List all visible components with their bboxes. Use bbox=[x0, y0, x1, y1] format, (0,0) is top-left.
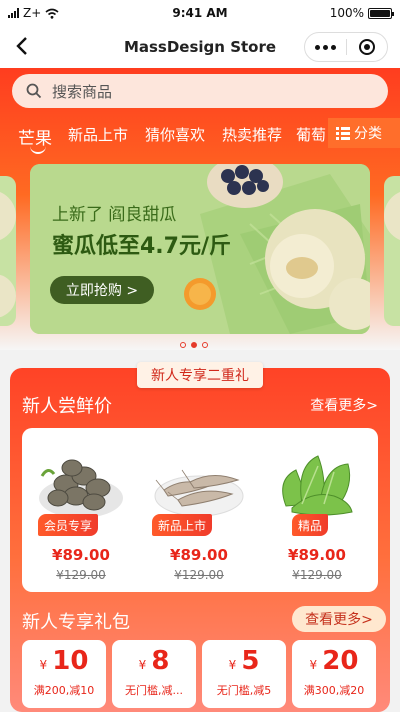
search-icon bbox=[26, 83, 42, 99]
coupon-amount: 20 bbox=[322, 646, 359, 676]
promo-banner[interactable]: 上新了 阎良甜瓜 蜜瓜低至4.7元/斤 立即抢购 > bbox=[30, 164, 370, 334]
buy-now-button[interactable]: 立即抢购 > bbox=[50, 276, 154, 304]
tab-recommended[interactable]: 猜你喜欢 bbox=[145, 124, 205, 145]
product-original-price: ¥129.00 bbox=[292, 568, 342, 582]
close-miniprogram-icon[interactable] bbox=[347, 33, 387, 61]
section-title-trial-price: 新人尝鲜价 bbox=[22, 396, 112, 417]
product-card[interactable]: 会员专享 ¥89.00 ¥129.00 bbox=[22, 428, 140, 592]
gift-pack-more-button[interactable]: 查看更多> bbox=[292, 606, 386, 632]
coupon-condition: 无门槛,减... bbox=[125, 684, 183, 697]
product-card[interactable]: 精品 ¥89.00 ¥129.00 bbox=[258, 428, 376, 592]
tab-hot-sale[interactable]: 热卖推荐 bbox=[222, 124, 282, 145]
coupon-card[interactable]: ¥ 5 无门槛,减5 bbox=[202, 640, 286, 708]
search-placeholder: 搜索商品 bbox=[52, 82, 113, 101]
section-title-gift-pack: 新人专享礼包 bbox=[22, 612, 130, 633]
coupon-card[interactable]: ¥ 10 满200,减10 bbox=[22, 640, 106, 708]
coupon-currency: ¥ bbox=[39, 658, 48, 672]
product-price: ¥89.00 bbox=[52, 546, 110, 564]
coupon-condition: 满300,减20 bbox=[303, 684, 365, 697]
product-tag: 精品 bbox=[292, 514, 329, 536]
carousel-indicator bbox=[180, 342, 208, 348]
promo-ribbon: 新人专享二重礼 bbox=[137, 362, 263, 388]
tab-new-arrivals[interactable]: 新品上市 bbox=[68, 124, 128, 145]
tab-grapes[interactable]: 葡萄 bbox=[296, 124, 326, 145]
banner-headline: 蜜瓜低至4.7元/斤 bbox=[52, 234, 232, 259]
shrimp-icon bbox=[154, 469, 244, 517]
product-tag: 会员专享 bbox=[38, 514, 99, 536]
coupon-currency: ¥ bbox=[138, 658, 147, 672]
coupon-card[interactable]: ¥ 8 无门槛,减... bbox=[112, 640, 196, 708]
coupon-amount: 5 bbox=[241, 646, 260, 676]
coupon-condition: 无门槛,减5 bbox=[216, 684, 272, 697]
carousel-dot-active[interactable] bbox=[191, 342, 197, 348]
carousel-dot[interactable] bbox=[202, 342, 208, 348]
lettuce-icon bbox=[282, 455, 353, 516]
carousel-dot[interactable] bbox=[180, 342, 186, 348]
next-banner-peek[interactable] bbox=[384, 176, 400, 326]
previous-banner-peek[interactable] bbox=[0, 176, 16, 326]
product-price: ¥89.00 bbox=[288, 546, 346, 564]
battery-icon bbox=[368, 7, 394, 19]
product-original-price: ¥129.00 bbox=[56, 568, 106, 582]
category-menu-button[interactable]: 分类 bbox=[328, 118, 400, 148]
status-bar: Z+ 9:41 AM 100% bbox=[0, 0, 400, 26]
coupon-currency: ¥ bbox=[228, 658, 237, 672]
more-options-icon[interactable] bbox=[305, 33, 346, 61]
product-price: ¥89.00 bbox=[170, 546, 228, 564]
coupon-card[interactable]: ¥ 20 满300,减20 bbox=[292, 640, 376, 708]
banner-subtitle: 上新了 阎良甜瓜 bbox=[52, 205, 177, 225]
product-card[interactable]: 新品上市 ¥89.00 ¥129.00 bbox=[140, 428, 258, 592]
battery-percent: 100% bbox=[329, 6, 364, 20]
coupon-amount: 8 bbox=[151, 646, 170, 676]
mini-program-capsule bbox=[304, 32, 388, 62]
nav-bar: MassDesign Store bbox=[0, 26, 400, 68]
coupon-amount: 10 bbox=[52, 646, 89, 676]
coupon-condition: 满200,减10 bbox=[33, 684, 95, 697]
product-original-price: ¥129.00 bbox=[174, 568, 224, 582]
product-list: 会员专享 ¥89.00 ¥129.00 新品上市 ¥89.00 ¥129.00 … bbox=[22, 428, 378, 592]
view-more-link[interactable]: 查看更多> bbox=[310, 395, 378, 415]
clams-icon bbox=[39, 459, 123, 518]
search-input[interactable]: 搜索商品 bbox=[12, 74, 388, 108]
list-icon bbox=[336, 127, 350, 140]
product-tag: 新品上市 bbox=[152, 514, 213, 536]
coupon-currency: ¥ bbox=[309, 658, 318, 672]
category-menu-label: 分类 bbox=[354, 126, 382, 142]
